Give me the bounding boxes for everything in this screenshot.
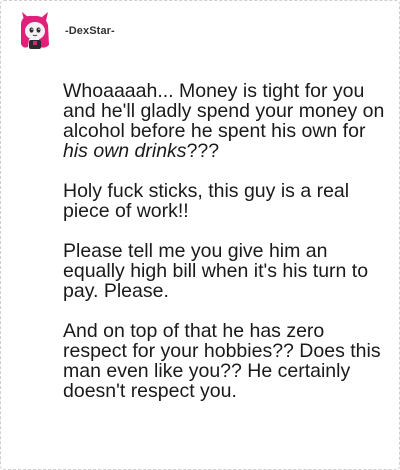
- paragraph-3: Please tell me you give him an equally h…: [63, 240, 369, 302]
- paragraph-1-suffix: ???: [186, 140, 220, 162]
- avatar-cartoon-icon: [21, 12, 49, 49]
- paragraph-1-text: Whoaaaah... Money is tight for you and h…: [63, 80, 385, 142]
- username[interactable]: -DexStar-: [65, 25, 115, 37]
- comment-card: -DexStar- Whoaaaah... Money is tight for…: [0, 0, 400, 470]
- avatar[interactable]: [15, 11, 55, 51]
- paragraph-4: And on top of that he has zero respect f…: [63, 320, 381, 402]
- paragraph-2: Holy fuck sticks, this guy is a real pie…: [63, 180, 350, 222]
- paragraph-1-italic: his own drinks: [63, 140, 187, 162]
- comment-header: -DexStar-: [15, 11, 115, 51]
- paragraph-1: Whoaaaah... Money is tight for you and h…: [63, 81, 385, 161]
- comment-body: Whoaaaah... Money is tight for you and h…: [63, 81, 385, 421]
